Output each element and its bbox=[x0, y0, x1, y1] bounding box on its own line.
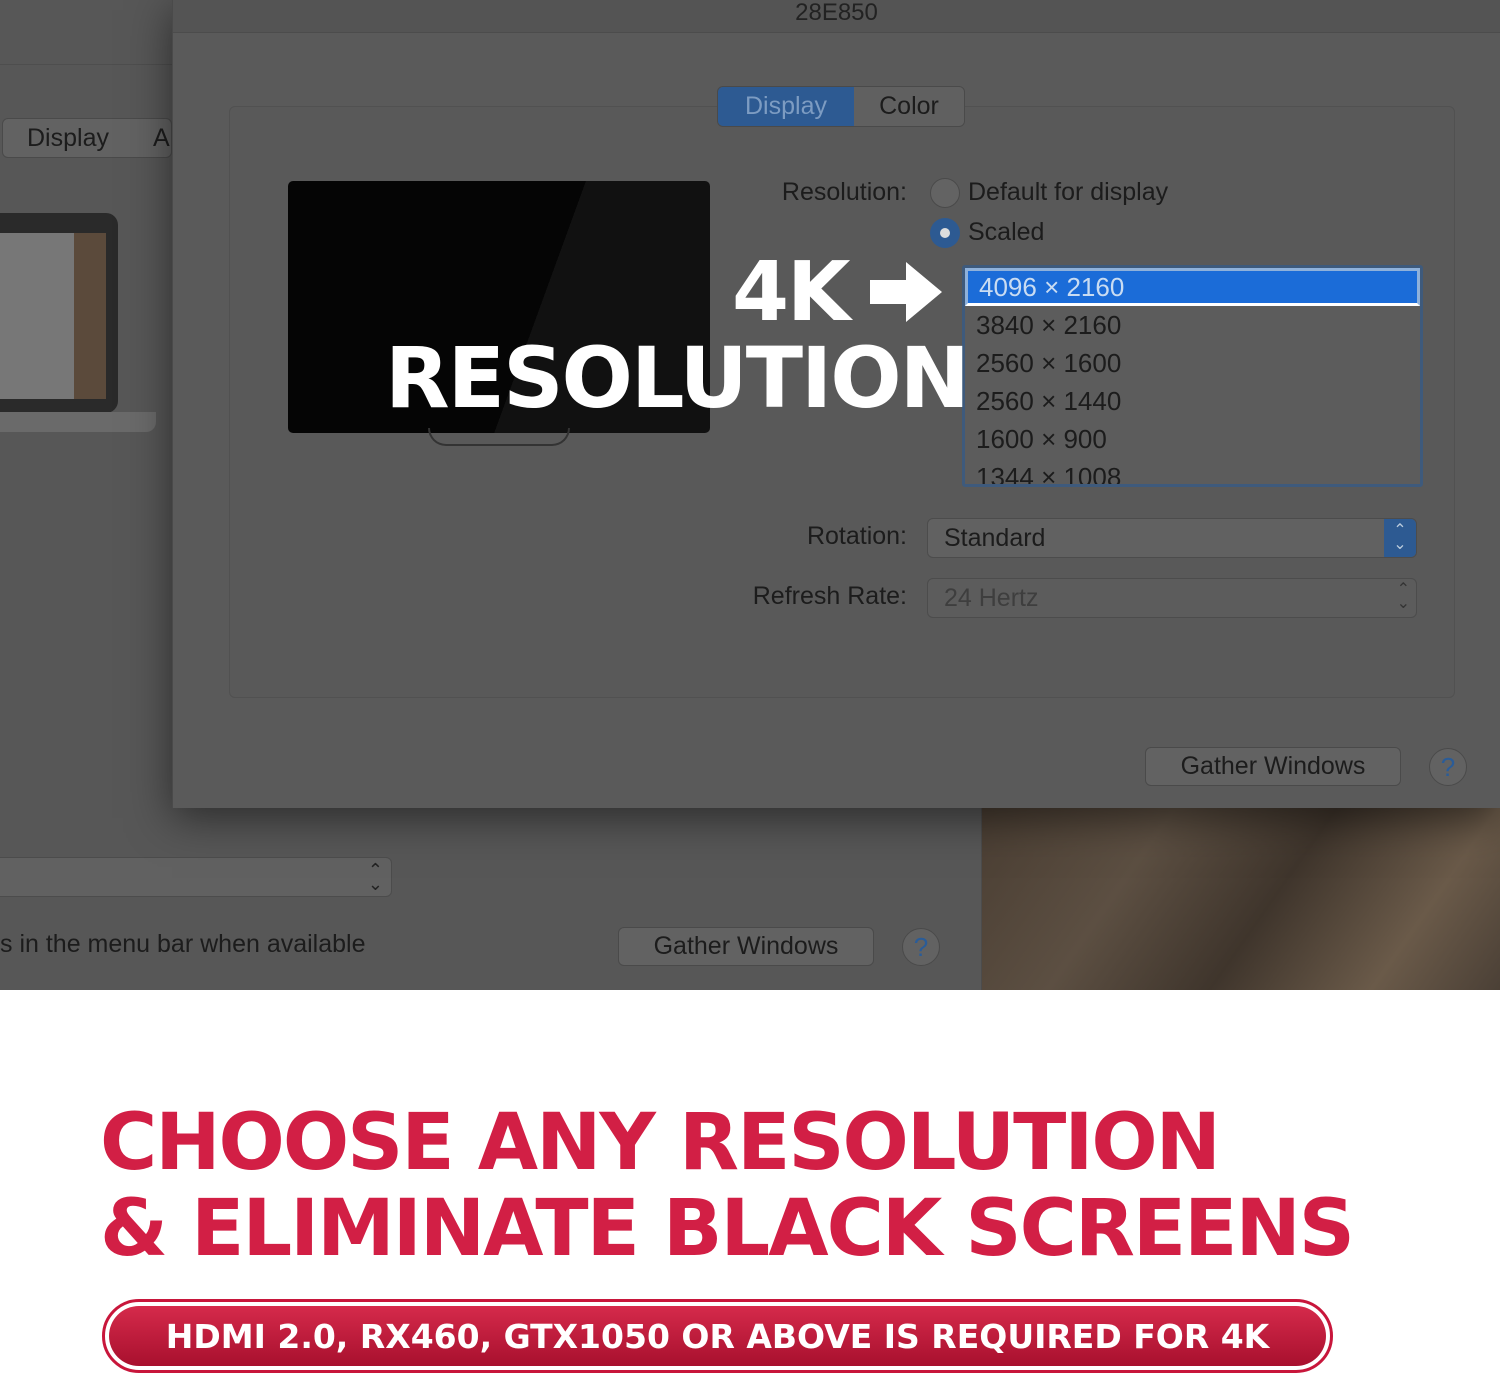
resolution-option[interactable]: 1344 × 1008 bbox=[965, 458, 1420, 484]
back-tab-bar: Display A bbox=[2, 118, 172, 158]
resolution-list[interactable]: 4096 × 2160 3840 × 2160 2560 × 1600 2560… bbox=[962, 265, 1423, 487]
rotation-label: Rotation: bbox=[806, 522, 907, 550]
resolution-option[interactable]: 4096 × 2160 bbox=[965, 268, 1420, 306]
back-tab-partial[interactable]: A bbox=[153, 124, 170, 153]
monitor-stand bbox=[428, 428, 570, 446]
menu-bar-option-text: s in the menu bar when available bbox=[0, 930, 366, 958]
refresh-rate-label: Refresh Rate: bbox=[752, 582, 907, 610]
gather-windows-button[interactable]: Gather Windows bbox=[1145, 747, 1401, 786]
overlay-4k: 4K bbox=[732, 245, 851, 340]
back-select[interactable]: ⌃ ⌄ bbox=[0, 857, 392, 897]
screenshot-area: Display A ⌃ ⌄ s in the menu bar when avai… bbox=[0, 0, 1500, 990]
resolution-option[interactable]: 3840 × 2160 bbox=[965, 306, 1420, 344]
resolution-label: Resolution: bbox=[781, 178, 907, 206]
tab-color[interactable]: Color bbox=[854, 87, 964, 126]
radio-scaled-label[interactable]: Scaled bbox=[968, 218, 1044, 247]
refresh-rate-select[interactable]: 24 Hertz ⌃ ⌄ bbox=[927, 578, 1417, 618]
refresh-rate-value: 24 Hertz bbox=[944, 583, 1039, 612]
desktop-wallpaper bbox=[982, 808, 1500, 990]
laptop-image bbox=[0, 213, 118, 413]
rotation-select[interactable]: Standard ⌃ ⌄ bbox=[927, 518, 1417, 558]
rotation-value: Standard bbox=[944, 523, 1046, 552]
resolution-option[interactable]: 2560 × 1440 bbox=[965, 382, 1420, 420]
radio-default[interactable] bbox=[930, 178, 960, 208]
chevron-updown-icon: ⌃ ⌄ bbox=[1384, 519, 1416, 557]
headline: CHOOSE ANY RESOLUTION & ELIMINATE BLACK … bbox=[100, 1098, 1355, 1274]
window-title: 28E850 bbox=[173, 0, 1500, 33]
arrow-right-icon bbox=[870, 262, 942, 322]
resolution-option[interactable]: 1600 × 900 bbox=[965, 420, 1420, 458]
tab-display[interactable]: Display bbox=[718, 87, 854, 126]
radio-scaled[interactable] bbox=[930, 218, 960, 248]
toolbar-divider bbox=[0, 64, 172, 65]
help-button[interactable]: ? bbox=[1429, 748, 1467, 786]
radio-default-label[interactable]: Default for display bbox=[968, 178, 1168, 207]
overlay-resolution: RESOLUTION bbox=[385, 329, 970, 427]
chevron-updown-icon: ⌃ ⌄ bbox=[1396, 581, 1410, 612]
resolution-option[interactable]: 2560 × 1600 bbox=[965, 344, 1420, 382]
back-tab-display[interactable]: Display bbox=[27, 124, 109, 153]
chevron-updown-icon: ⌃ ⌄ bbox=[367, 860, 383, 894]
tab-bar: Display Color bbox=[717, 86, 965, 127]
headline-line-1: CHOOSE ANY RESOLUTION bbox=[100, 1098, 1221, 1188]
back-gather-windows-button[interactable]: Gather Windows bbox=[618, 927, 874, 966]
requirement-banner: HDMI 2.0, RX460, GTX1050 OR ABOVE IS REQ… bbox=[102, 1299, 1333, 1373]
headline-line-2: & ELIMINATE BLACK SCREENS bbox=[100, 1184, 1355, 1274]
laptop-base bbox=[0, 412, 156, 432]
requirement-text: HDMI 2.0, RX460, GTX1050 OR ABOVE IS REQ… bbox=[109, 1306, 1326, 1366]
back-help-button[interactable]: ? bbox=[902, 928, 940, 966]
